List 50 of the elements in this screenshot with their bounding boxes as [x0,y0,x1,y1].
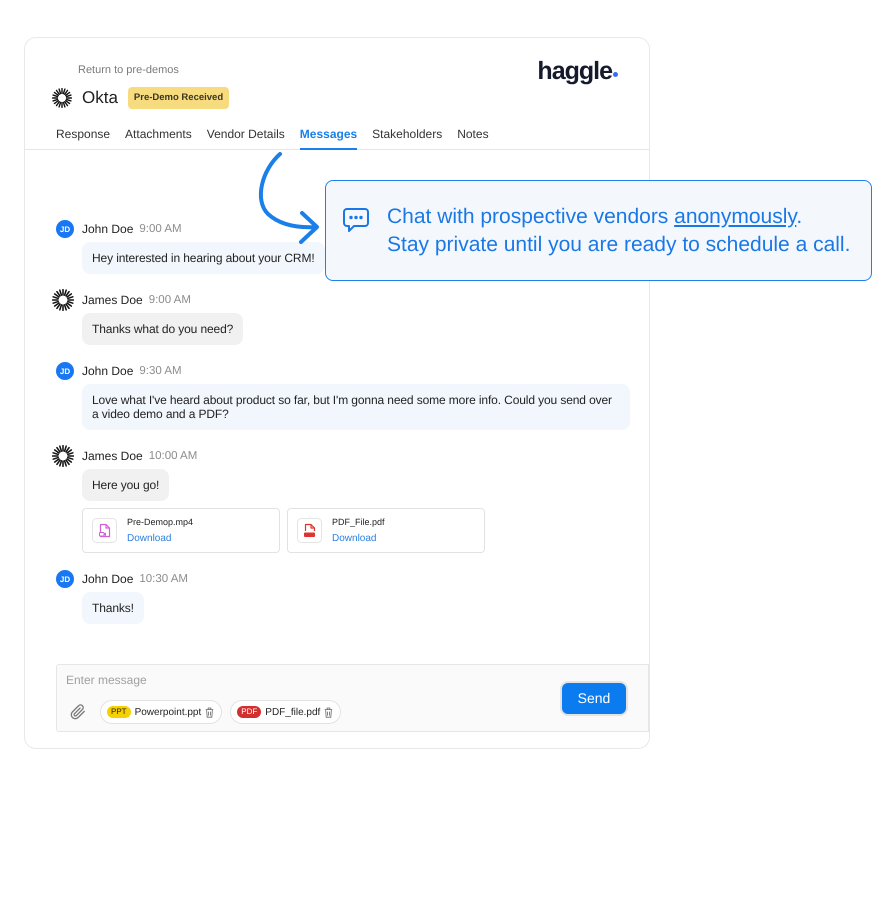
send-button[interactable]: Send [562,682,626,714]
author-name: James Doe [82,293,143,307]
file-tag: PPT [107,706,131,718]
message-time: 9:00 AM [148,294,191,306]
paperclip-icon[interactable] [70,704,86,720]
avatar: JD [56,570,74,588]
dot-icon [613,72,618,77]
back-link[interactable]: Return to pre-demos [78,63,179,77]
avatar: JD [56,362,74,380]
message-bubble: Love what I've heard about product so far, but I'm gonna need some more info. Could you send over a video demo and a PDF? [82,384,630,430]
tab[interactable]: Stakeholders [372,126,442,150]
file-name: Powerpoint.ppt [134,706,202,718]
tab[interactable]: Response [56,126,110,150]
download-link[interactable]: Download [127,533,172,545]
author-name: John Doe [82,572,134,586]
pdf-file-icon [297,518,322,543]
message-time: 9:30 AM [139,365,182,377]
file-name: Pre-Demop.mp4 [127,516,194,528]
message-bubble: Thanks! [82,592,144,624]
message-input[interactable]: Enter message [66,672,366,688]
chat-bubble-icon [342,207,370,233]
download-link[interactable]: Download [332,533,376,545]
tab[interactable]: Notes [457,126,489,150]
message-bubble: Here you go! [82,469,170,501]
tab[interactable]: Vendor Details [206,126,285,150]
logo: haggle [537,58,612,84]
file-name: PDF_file.pdf [265,706,320,718]
message-bubble: Thanks what do you need? [82,313,244,345]
author-name: John Doe [82,364,134,378]
company-name: Okta [82,88,118,108]
sunburst-avatar-icon [52,289,74,311]
trash-icon[interactable] [324,706,334,718]
avatar: JD [56,220,74,238]
status-badge: Pre-Demo Received [128,87,230,109]
callout-text: Chat with prospective vendors anonymously. Stay private until you are ready to schedule a call. [387,204,850,258]
message-time: 9:00 AM [139,223,182,235]
author-name: James Doe [82,449,143,463]
file-tag: PDF [237,706,262,718]
tab[interactable]: Attachments [125,126,192,150]
message-bubble: Hey interested in hearing about your CRM! [82,242,325,274]
callout-link[interactable]: anonymously [674,204,796,228]
message-time: 10:30 AM [139,573,188,585]
trash-icon[interactable] [205,706,214,718]
sunburst-icon [52,88,72,108]
author-name: John Doe [82,222,134,236]
file-name: PDF_File.pdf [332,516,385,528]
video-file-icon [92,518,117,543]
tab[interactable]: Messages [300,126,358,150]
sunburst-avatar-icon [52,445,74,467]
message-time: 10:00 AM [148,450,198,462]
